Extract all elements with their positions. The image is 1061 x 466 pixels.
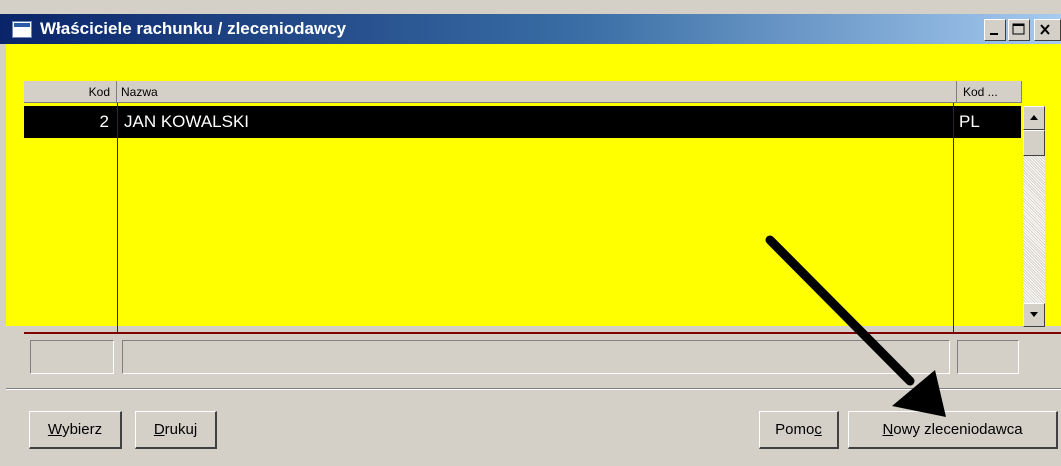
column-header-nazwa[interactable]: Nazwa (117, 81, 957, 103)
status-field-nazwa (122, 340, 950, 374)
pomoc-label: Pomo (775, 421, 815, 438)
wybierz-accel: W (47, 421, 63, 438)
cell-kod: 2 (99, 112, 109, 131)
status-field-kod-kraju (957, 340, 1019, 374)
table-row[interactable]: 2 JAN KOWALSKI PL (24, 106, 1021, 138)
grid-bottom-line (24, 332, 1061, 334)
nowy-label: owy zleceniodawca (893, 421, 1023, 438)
status-field-kod (30, 340, 114, 374)
nowy-accel: N (882, 421, 894, 438)
scroll-up-icon[interactable] (1023, 106, 1045, 130)
drukuj-button[interactable]: Drukuj (135, 411, 217, 449)
minimize-icon[interactable] (984, 19, 1006, 41)
scrollbar-thumb[interactable] (1023, 130, 1045, 156)
wybierz-label: ybierz (62, 421, 103, 438)
column-divider (117, 103, 118, 333)
vertical-scrollbar[interactable] (1023, 106, 1045, 327)
column-header-kod-kraju[interactable]: Kod ... (957, 81, 1022, 103)
window-icon (12, 21, 32, 38)
drukuj-label: rukuj (164, 421, 198, 438)
column-divider (953, 103, 954, 333)
column-header-kod[interactable]: Kod (24, 81, 117, 103)
wybierz-button[interactable]: Wybierz (29, 411, 122, 449)
close-icon[interactable] (1034, 19, 1061, 41)
dialog-window: Właściciele rachunku / zleceniodawcy Kod… (0, 0, 1061, 466)
cell-nazwa: JAN KOWALSKI (124, 112, 250, 131)
pomoc-accel: c (814, 421, 822, 438)
cell-kod-kraju: PL (959, 112, 980, 131)
scroll-down-icon[interactable] (1023, 303, 1045, 327)
owners-grid[interactable]: Kod Nazwa Kod ... 2 JAN KOWALSKI PL (6, 81, 1061, 341)
grid-header: Kod Nazwa Kod ... (24, 81, 1022, 103)
button-separator (6, 388, 1061, 390)
pomoc-button[interactable]: Pomo c (759, 411, 839, 449)
nowy-zleceniodawca-button[interactable]: Nowy zleceniodawca (848, 411, 1058, 449)
maximize-icon[interactable] (1008, 19, 1030, 41)
drukuj-accel: D (153, 421, 165, 438)
window-title: Właściciele rachunku / zleceniodawcy (40, 19, 347, 38)
owners-panel: Kod Nazwa Kod ... 2 JAN KOWALSKI PL (6, 44, 1061, 334)
title-bar[interactable]: Właściciele rachunku / zleceniodawcy (0, 14, 1061, 44)
